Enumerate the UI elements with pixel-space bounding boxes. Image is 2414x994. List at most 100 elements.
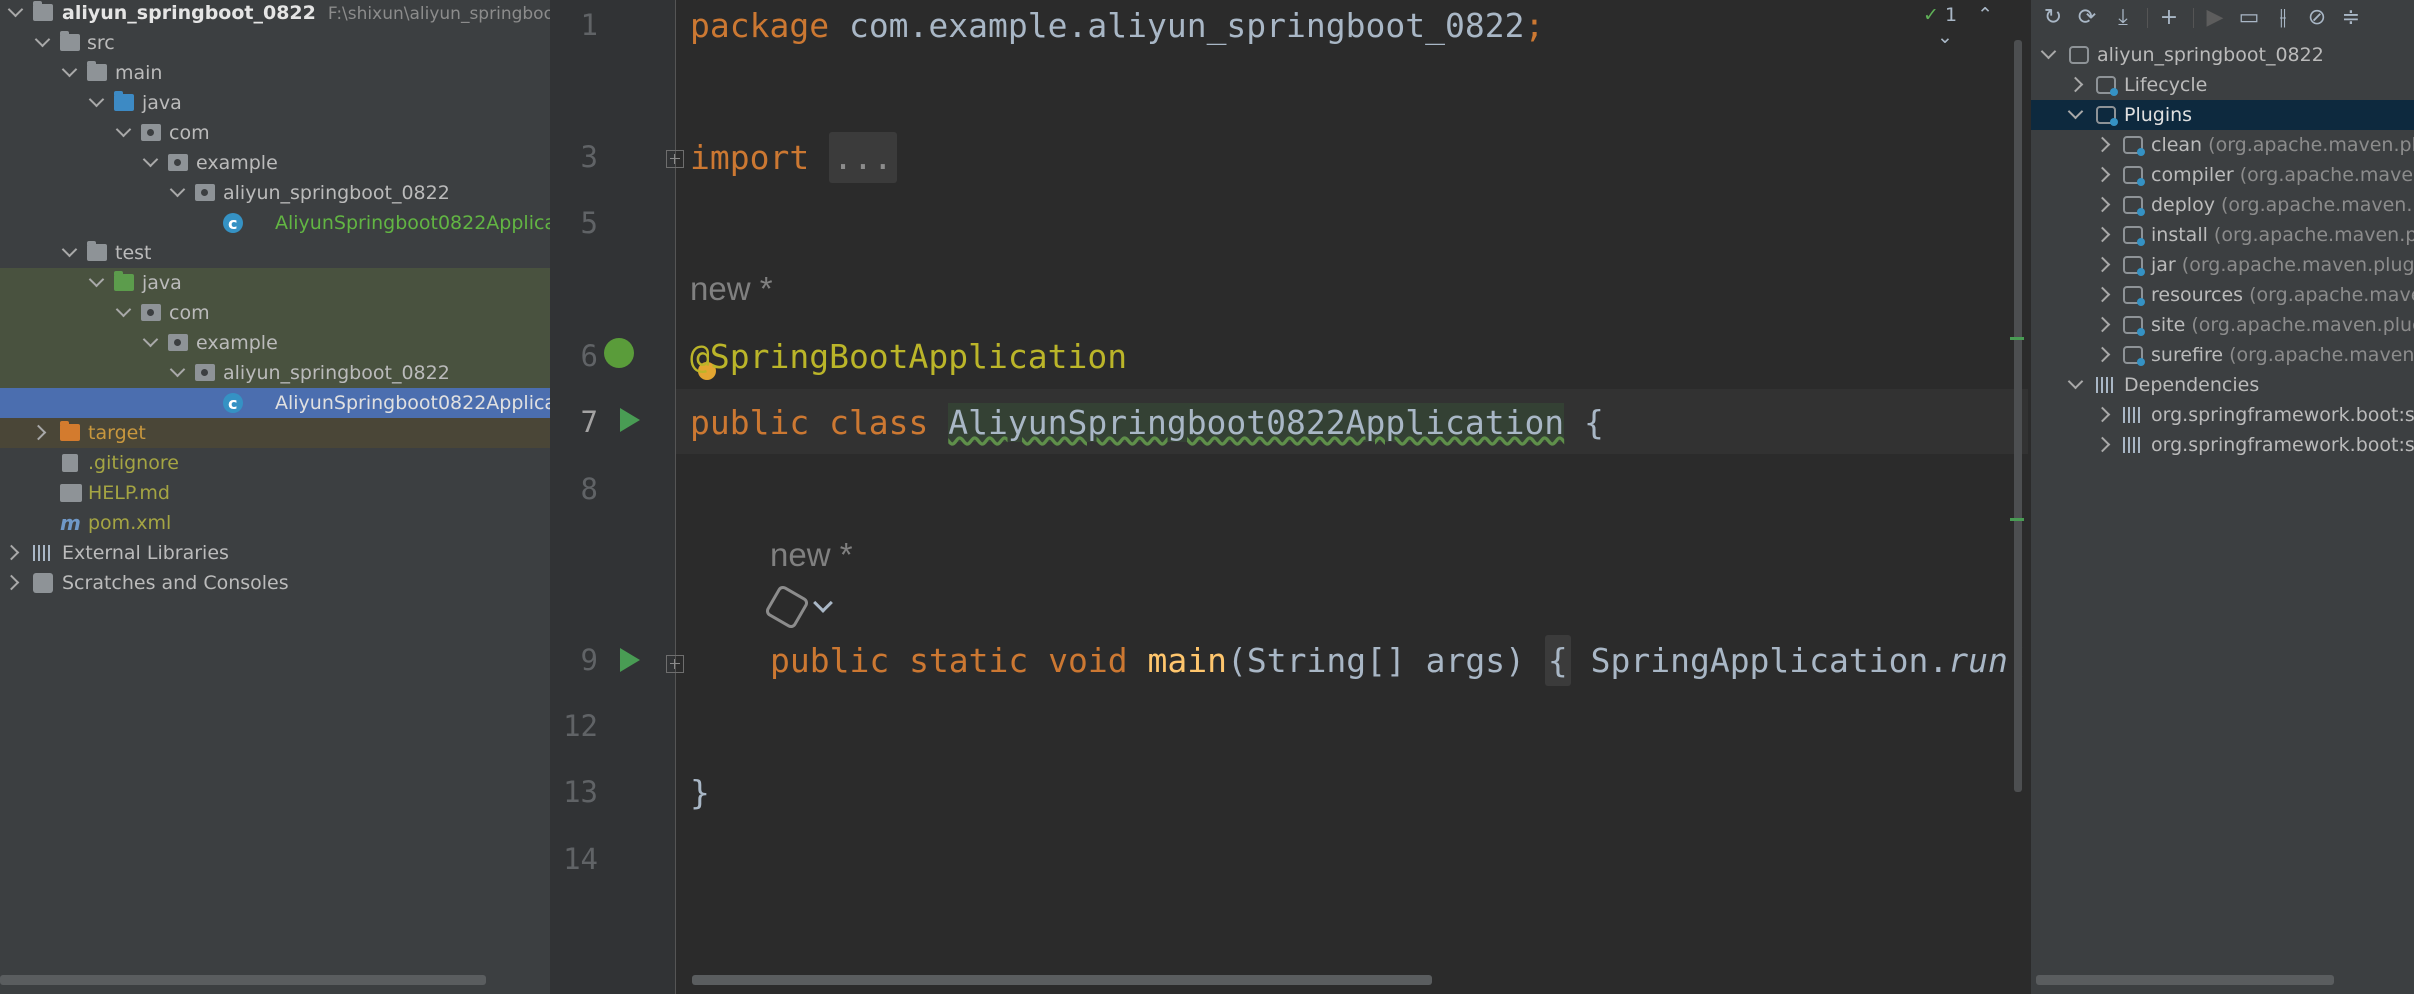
skip-tests-icon[interactable]: ⊘ — [2305, 6, 2329, 30]
chevron-down-icon[interactable] — [2067, 373, 2084, 390]
chevron-right-icon[interactable] — [2094, 166, 2111, 183]
maven-dependency-item[interactable]: org.springframework.boot:spri — [2031, 430, 2414, 460]
tree-item-test-com[interactable]: com — [0, 298, 550, 328]
tree-item-main-com[interactable]: com — [0, 118, 550, 148]
chevron-right-icon[interactable] — [2094, 256, 2111, 273]
reload-icon[interactable]: ↻ — [2041, 6, 2065, 30]
markdown-file-icon — [60, 484, 82, 502]
author-hint[interactable]: new * — [770, 536, 853, 574]
chevron-right-icon[interactable] — [2094, 346, 2111, 363]
chevron-down-icon[interactable]: ⌄ — [1937, 26, 1953, 48]
tree-item-test-example[interactable]: example — [0, 328, 550, 358]
chevron-right-icon[interactable] — [2067, 76, 2084, 93]
checkmark-icon: ✓ — [1923, 4, 1939, 26]
chevron-down-icon[interactable] — [142, 151, 159, 168]
fold-expand-icon[interactable] — [666, 150, 684, 168]
import-fold-placeholder[interactable]: ... — [829, 132, 897, 183]
line-number: 8 — [580, 472, 598, 506]
chevron-down-icon[interactable] — [88, 91, 105, 108]
download-icon[interactable]: ⤓ — [2111, 6, 2135, 30]
chevron-down-icon[interactable] — [2067, 103, 2084, 120]
chevron-down-icon[interactable] — [169, 361, 186, 378]
maven-plugin-item[interactable]: install (org.apache.maven.plug — [2031, 220, 2414, 250]
chevron-down-icon[interactable] — [88, 271, 105, 288]
maven-dependencies[interactable]: Dependencies — [2031, 370, 2414, 400]
tree-item-test[interactable]: test — [0, 238, 550, 268]
spring-bean-gutter-icon[interactable] — [604, 338, 634, 368]
toggle-offline-icon[interactable]: ⫲ — [2271, 6, 2295, 30]
chevron-down-icon[interactable] — [115, 121, 132, 138]
tree-item-target[interactable]: target — [0, 418, 550, 448]
chevron-right-icon[interactable] — [2094, 196, 2111, 213]
chevron-right-icon[interactable] — [2094, 436, 2111, 453]
editor-horizontal-scrollbar[interactable] — [692, 975, 1432, 985]
chevron-down-icon[interactable] — [61, 61, 78, 78]
maven-horizontal-scrollbar[interactable] — [2036, 975, 2334, 985]
maven-plugin-item[interactable]: surefire (org.apache.maven.plu — [2031, 340, 2414, 370]
tree-item-main-application[interactable]: AliyunSpringboot0822Applicati — [0, 208, 550, 238]
tree-root[interactable]: aliyun_springboot_0822 F:\shixun\aliyun_s… — [0, 0, 550, 28]
chevron-right-icon[interactable] — [2094, 286, 2111, 303]
chevron-right-icon[interactable] — [2094, 316, 2111, 333]
run-main-icon[interactable] — [620, 648, 640, 672]
root-label: aliyun_springboot_0822 — [62, 2, 316, 24]
tree-item-help-md[interactable]: HELP.md — [0, 478, 550, 508]
maven-plugin-item[interactable]: resources (org.apache.maven.p — [2031, 280, 2414, 310]
plugin-icon — [2123, 196, 2145, 216]
tree-item-main-package[interactable]: aliyun_springboot_0822 — [0, 178, 550, 208]
maven-plugin-item[interactable]: compiler (org.apache.maven.pl — [2031, 160, 2414, 190]
tree-item-test-java[interactable]: java — [0, 268, 550, 298]
line-number: 12 — [563, 709, 598, 743]
folder-reload-icon[interactable]: ⟳ — [2075, 6, 2099, 30]
maven-plugin-item[interactable]: jar (org.apache.maven.plugins: — [2031, 250, 2414, 280]
maven-root[interactable]: aliyun_springboot_0822 — [2031, 40, 2414, 70]
maven-plugin-item[interactable]: site (org.apache.maven.plugins — [2031, 310, 2414, 340]
tree-item-pom-xml[interactable]: m pom.xml — [0, 508, 550, 538]
package-icon — [141, 124, 161, 141]
chevron-down-icon[interactable] — [169, 181, 186, 198]
chevron-right-icon[interactable] — [3, 574, 20, 591]
chevron-right-icon[interactable] — [3, 544, 20, 561]
tree-item-main-java[interactable]: java — [0, 88, 550, 118]
dependencies-icon — [2096, 377, 2116, 393]
chevron-right-icon[interactable] — [2094, 136, 2111, 153]
code-editor[interactable]: 1 3 5 6 7 8 9 12 13 14 package com.examp… — [550, 0, 2028, 994]
tree-item-test-application[interactable]: AliyunSpringboot0822Applicati — [0, 388, 550, 418]
chevron-down-icon[interactable] — [34, 31, 51, 48]
ai-assistant-icon[interactable] — [763, 583, 811, 631]
fold-expand-icon[interactable] — [666, 655, 684, 673]
project-tool-window: aliyun_springboot_0822 F:\shixun\aliyun_s… — [0, 0, 550, 994]
maven-plugins[interactable]: Plugins — [2031, 100, 2414, 130]
tree-item-main[interactable]: main — [0, 58, 550, 88]
tree-item-gitignore[interactable]: .gitignore — [0, 448, 550, 478]
tree-item-main-example[interactable]: example — [0, 148, 550, 178]
collapse-icon[interactable]: ≑ — [2339, 6, 2363, 30]
chevron-down-icon[interactable] — [115, 301, 132, 318]
chevron-down-icon[interactable] — [61, 241, 78, 258]
maven-plugin-item[interactable]: clean (org.apache.maven.plugi — [2031, 130, 2414, 160]
maven-plugin-item[interactable]: deploy (org.apache.maven.plu — [2031, 190, 2414, 220]
chevron-down-icon[interactable] — [142, 331, 159, 348]
chevron-down-icon[interactable] — [2040, 43, 2057, 60]
chevron-up-icon[interactable]: ⌃ — [1977, 4, 1993, 26]
add-icon[interactable]: + — [2157, 6, 2181, 30]
inspection-widget[interactable]: ✓ 1 ⌃ ⌄ — [1923, 4, 2028, 48]
chevron-right-icon[interactable] — [2094, 406, 2111, 423]
toggle-console-icon[interactable]: ▭ — [2237, 6, 2261, 30]
chevron-down-icon[interactable] — [813, 593, 833, 613]
author-hint[interactable]: new * — [690, 270, 773, 308]
project-horizontal-scrollbar[interactable] — [0, 975, 486, 985]
maven-dependency-item[interactable]: org.springframework.boot:spri — [2031, 400, 2414, 430]
chevron-down-icon[interactable] — [7, 1, 24, 18]
run-class-icon[interactable] — [620, 408, 640, 432]
run-icon[interactable]: ▶ — [2203, 6, 2227, 30]
tree-item-src[interactable]: src — [0, 28, 550, 58]
maven-lifecycle[interactable]: Lifecycle — [2031, 70, 2414, 100]
tree-item-test-package[interactable]: aliyun_springboot_0822 — [0, 358, 550, 388]
chevron-right-icon[interactable] — [2094, 226, 2111, 243]
chevron-right-icon[interactable] — [30, 424, 47, 441]
tree-item-external-libraries[interactable]: External Libraries — [0, 538, 550, 568]
code-line-annotation: @SpringBootApplication — [690, 337, 1128, 376]
editor-vertical-scrollbar[interactable] — [2014, 40, 2022, 792]
tree-item-scratches[interactable]: Scratches and Consoles — [0, 568, 550, 598]
